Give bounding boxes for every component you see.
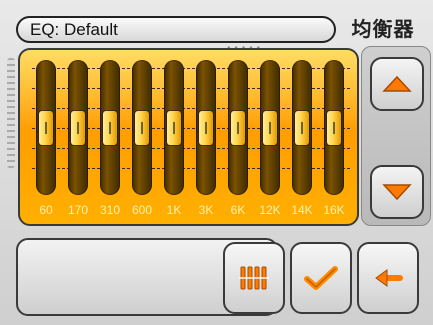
back-button[interactable] bbox=[357, 242, 419, 314]
eq-preset-field[interactable]: EQ: Default bbox=[16, 16, 336, 43]
equalizer-view-button[interactable] bbox=[223, 242, 285, 314]
eq-preset-label: EQ: Default bbox=[30, 20, 118, 39]
eq-slider-knob[interactable] bbox=[71, 110, 85, 145]
eq-slider-knob[interactable] bbox=[231, 110, 245, 145]
eq-slider-knob[interactable] bbox=[295, 110, 309, 145]
equalizer-bars-icon bbox=[239, 266, 269, 290]
back-arrow-icon bbox=[375, 269, 403, 287]
arrow-down-icon bbox=[382, 184, 412, 201]
eq-band-12k[interactable]: 12K bbox=[256, 60, 284, 217]
eq-slider-knob[interactable] bbox=[263, 110, 277, 145]
page-title: 均衡器 bbox=[351, 17, 415, 41]
equalizer-panel: 60 170 310 600 1K 3K 6K 12K 14K 16K bbox=[18, 48, 359, 226]
scroll-down-button[interactable] bbox=[370, 165, 424, 219]
eq-slider-knob[interactable] bbox=[103, 110, 117, 145]
eq-band-310[interactable]: 310 bbox=[96, 60, 124, 217]
eq-band-3k[interactable]: 3K bbox=[192, 60, 220, 217]
scroll-controls bbox=[361, 46, 431, 226]
arrow-up-icon bbox=[382, 75, 412, 92]
checkmark-icon bbox=[304, 266, 338, 290]
eq-band-16k[interactable]: 16K bbox=[320, 60, 348, 217]
eq-band-14k[interactable]: 14K bbox=[288, 60, 316, 217]
eq-slider-knob[interactable] bbox=[39, 110, 53, 145]
eq-slider-knob[interactable] bbox=[327, 110, 341, 145]
eq-band-1k[interactable]: 1K bbox=[160, 60, 188, 217]
screen: EQ: Default 均衡器 ••••• 60 170 310 bbox=[0, 0, 433, 325]
eq-band-60[interactable]: 60 bbox=[32, 60, 60, 217]
eq-band-6k[interactable]: 6K bbox=[224, 60, 252, 217]
scroll-up-button[interactable] bbox=[370, 57, 424, 111]
eq-slider-knob[interactable] bbox=[135, 110, 149, 145]
eq-band-170[interactable]: 170 bbox=[64, 60, 92, 217]
eq-slider-knob[interactable] bbox=[199, 110, 213, 145]
left-edge-rail bbox=[7, 58, 15, 168]
eq-slider-knob[interactable] bbox=[167, 110, 181, 145]
eq-band-600[interactable]: 600 bbox=[128, 60, 156, 217]
confirm-button[interactable] bbox=[290, 242, 352, 314]
eq-band-label: 16K bbox=[323, 203, 345, 217]
